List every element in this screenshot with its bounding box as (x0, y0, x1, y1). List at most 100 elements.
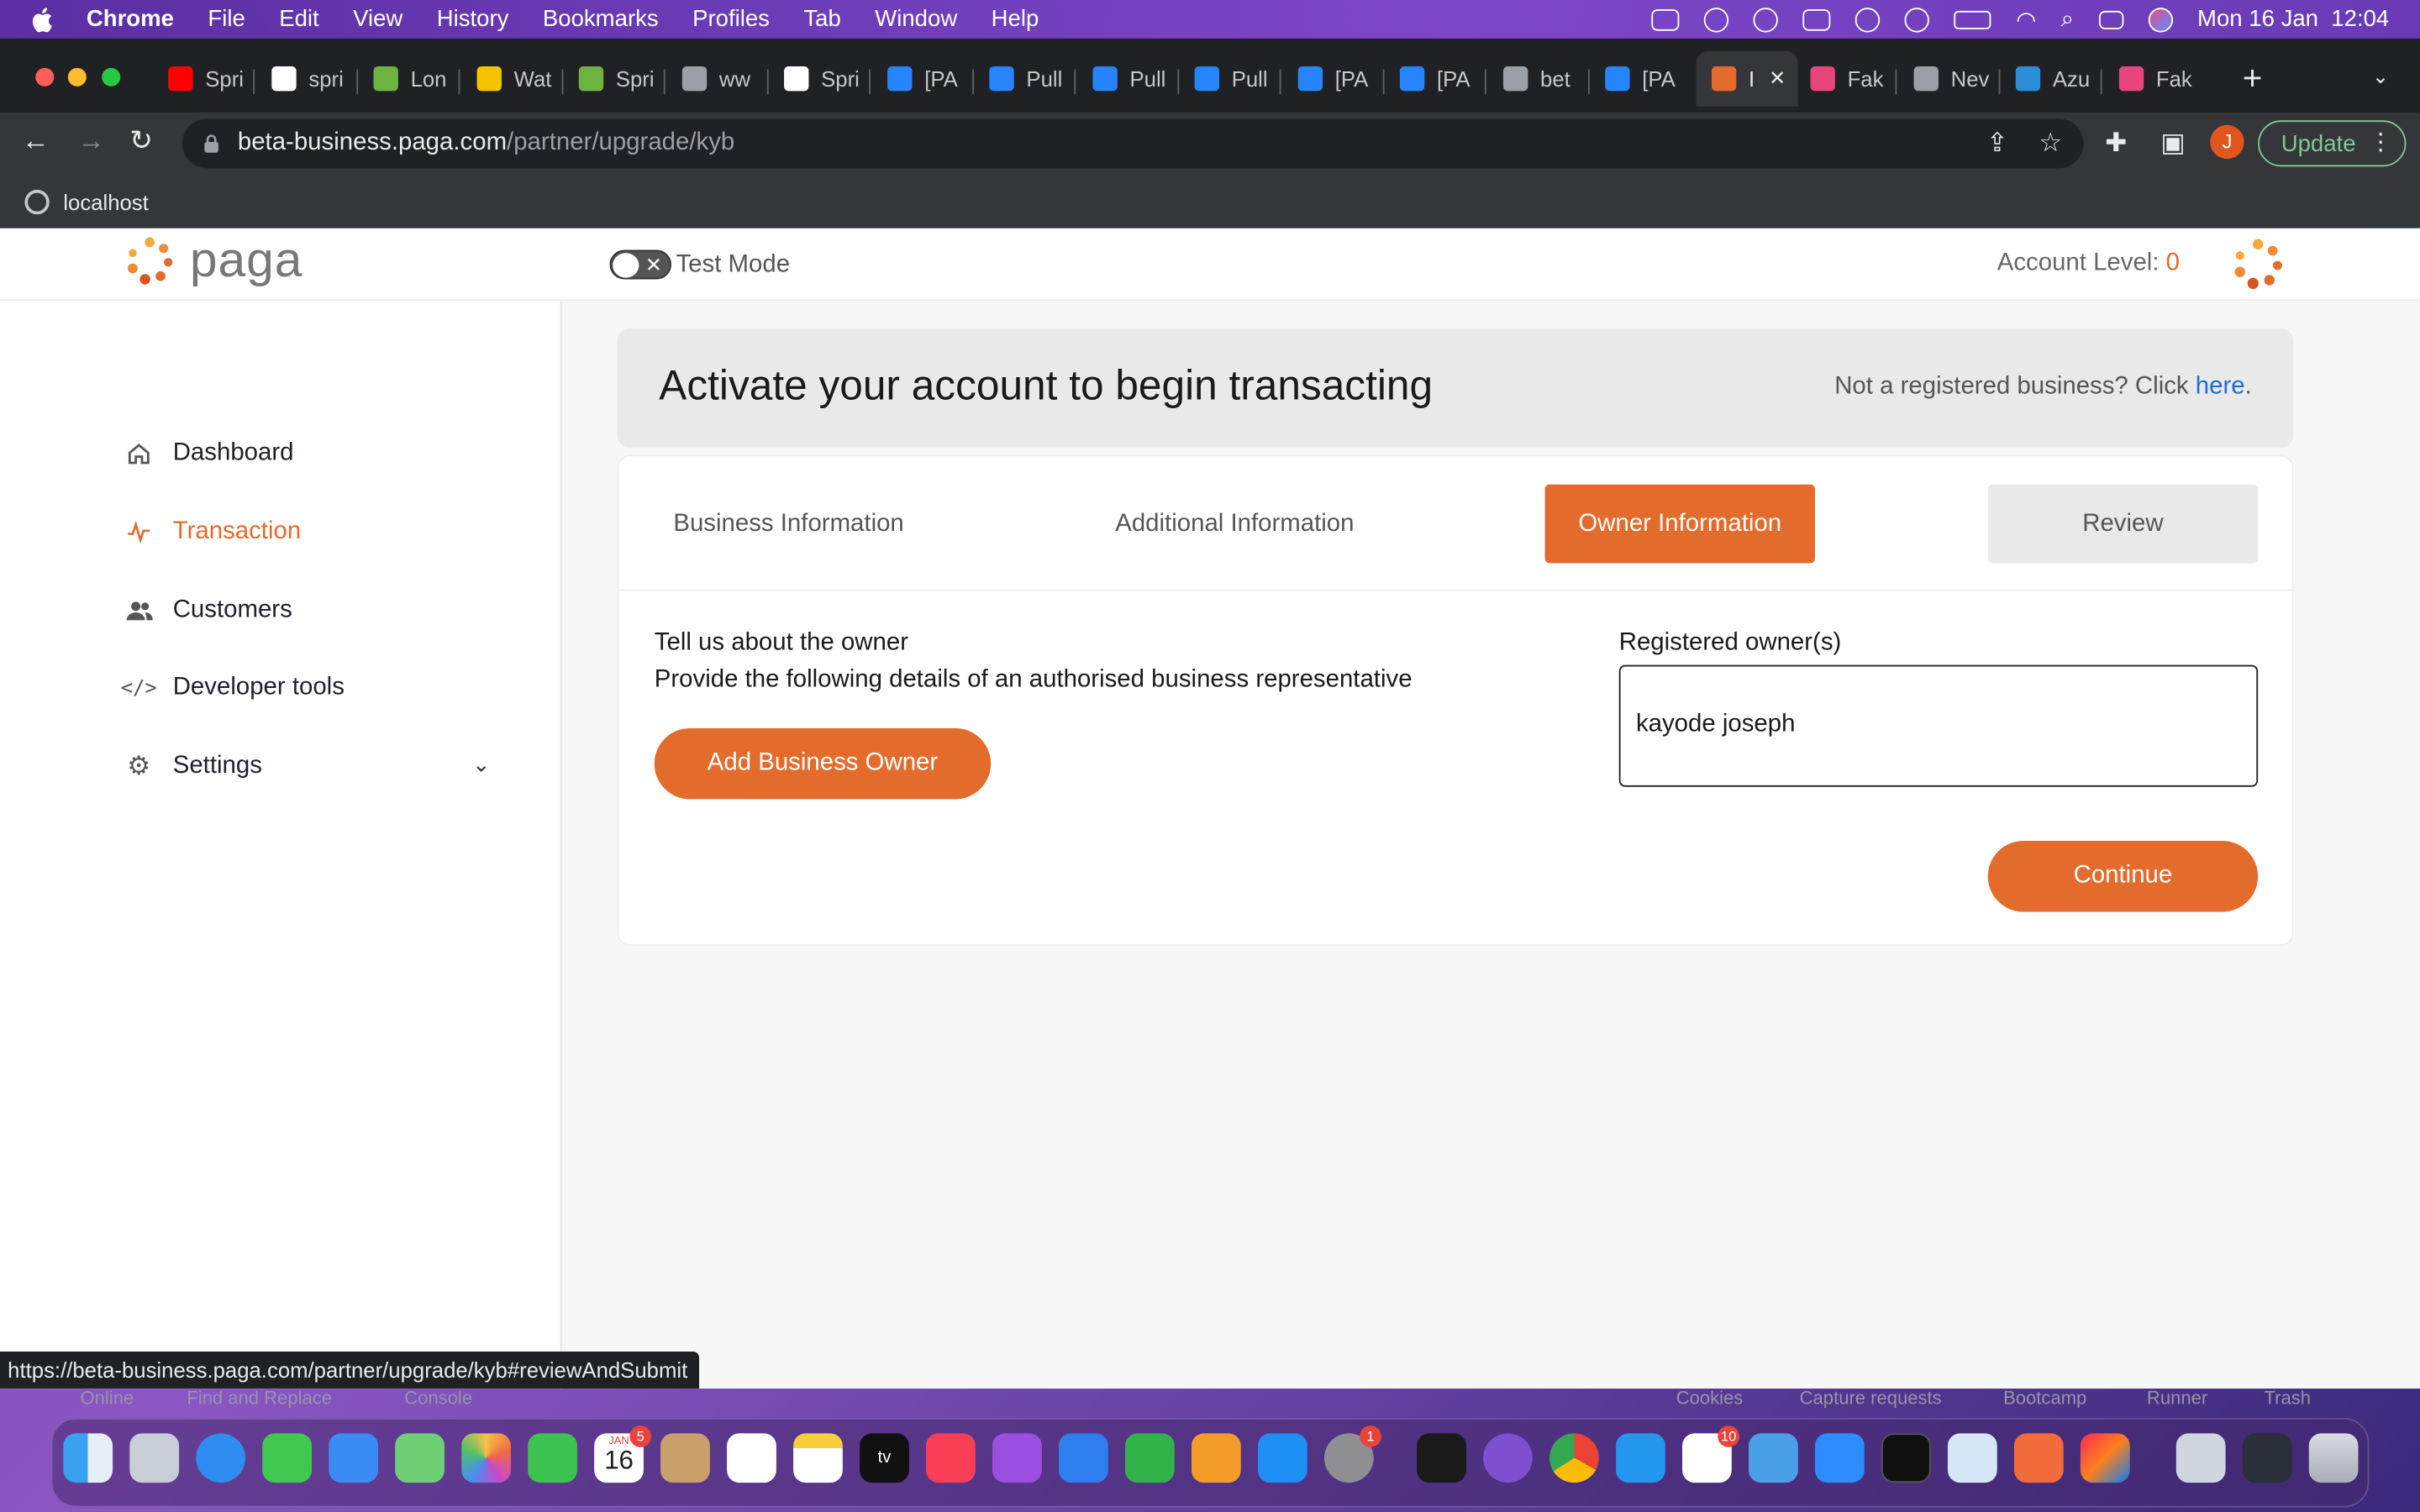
menu-history[interactable]: History (437, 6, 509, 32)
user-menu-icon[interactable] (2230, 236, 2286, 291)
paga-logo-text[interactable]: paga (190, 232, 302, 289)
sidebar-item-settings[interactable]: ⚙ Settings (124, 751, 262, 780)
minimize-window-button[interactable] (67, 67, 87, 87)
tab[interactable]: Fak (1801, 51, 1891, 107)
tab[interactable]: Lon (364, 51, 454, 107)
bookmark-localhost[interactable]: localhost (63, 189, 149, 213)
docker-icon[interactable] (1616, 1433, 1665, 1483)
registered-owners-list[interactable]: kayode joseph (1618, 664, 2259, 787)
preview-icon[interactable] (1947, 1433, 1997, 1483)
menu-edit[interactable]: Edit (279, 6, 318, 32)
recent-window-icon[interactable] (2242, 1433, 2292, 1483)
tab[interactable]: Pull (1083, 51, 1173, 107)
chevron-down-icon[interactable]: ⌄ (472, 751, 491, 777)
lock-icon[interactable] (203, 134, 218, 153)
facetime-icon[interactable] (528, 1433, 577, 1483)
azure-data-studio-icon[interactable] (1749, 1433, 1798, 1483)
paga-logo-icon[interactable] (124, 234, 176, 286)
share-icon[interactable]: ⇪ (1986, 128, 2008, 159)
messages-icon[interactable] (262, 1433, 313, 1483)
step-additional-information[interactable]: Additional Information (1094, 485, 1375, 564)
menu-tab[interactable]: Tab (803, 6, 840, 32)
tab[interactable]: spri (262, 51, 352, 107)
menubar-clock[interactable]: Mon 16 Jan 12:04 (2197, 6, 2389, 32)
update-button[interactable]: Update ⋮ (2258, 120, 2407, 167)
maps-icon[interactable] (395, 1433, 445, 1483)
side-panel-icon[interactable]: ▣ (2160, 128, 2186, 159)
postman-icon[interactable] (2013, 1433, 2064, 1483)
notes-icon[interactable] (793, 1433, 843, 1483)
chrome-icon[interactable] (1549, 1433, 1599, 1483)
reminders-icon[interactable] (727, 1433, 776, 1483)
battery-icon[interactable] (1954, 9, 1991, 29)
tab[interactable]: [PA (878, 51, 968, 107)
system-settings-icon[interactable]: 1 (1323, 1425, 1381, 1483)
terminal-icon[interactable] (1881, 1433, 1931, 1483)
vpn-icon[interactable] (1802, 8, 1831, 30)
app-store-icon[interactable] (1257, 1433, 1307, 1483)
menu-file[interactable]: File (208, 6, 245, 32)
recent-document-icon[interactable] (2175, 1433, 2226, 1483)
test-mode-toggle[interactable]: ✕ (609, 249, 671, 280)
photos-icon[interactable] (461, 1433, 511, 1483)
tab[interactable]: [PA (1391, 51, 1481, 107)
pages-icon[interactable] (1191, 1433, 1241, 1483)
sidebar-item-customers[interactable]: Customers (124, 597, 292, 625)
launchpad-icon[interactable] (129, 1433, 180, 1483)
tab[interactable]: ww (673, 51, 763, 107)
sync-icon[interactable] (1753, 7, 1779, 32)
tab[interactable]: Pull (980, 51, 1070, 107)
reload-icon[interactable]: ↻ (129, 125, 153, 158)
paperclip-icon[interactable] (1855, 7, 1881, 32)
intellij-icon[interactable] (2080, 1433, 2130, 1483)
step-owner-information[interactable]: Owner Information (1544, 484, 1816, 564)
menu-window[interactable]: Window (875, 6, 957, 32)
tab[interactable]: Pull (1186, 51, 1276, 107)
keynote-icon[interactable] (1059, 1433, 1108, 1483)
menu-view[interactable]: View (353, 6, 402, 32)
tab[interactable]: Azu (2007, 51, 2096, 107)
zoom-window-button[interactable] (102, 67, 121, 87)
tab[interactable]: Spri (570, 51, 660, 107)
tab[interactable]: Spri (159, 51, 249, 107)
apple-tv-icon[interactable]: tv (860, 1433, 909, 1483)
siri-icon[interactable] (2148, 7, 2173, 32)
search-icon[interactable]: ⌕ (2061, 6, 2074, 32)
add-business-owner-button[interactable]: Add Business Owner (654, 727, 992, 800)
tab[interactable]: [PA (1596, 51, 1686, 107)
tab-active[interactable]: I ✕ (1696, 50, 1798, 107)
sidebar-item-dashboard[interactable]: Dashboard (124, 439, 293, 467)
weather-icon[interactable] (1704, 7, 1729, 32)
apple-icon[interactable] (31, 7, 53, 32)
play-icon[interactable] (1904, 7, 1930, 32)
safari-icon[interactable] (196, 1433, 246, 1483)
trash-icon[interactable] (2308, 1433, 2359, 1483)
activity-monitor-icon[interactable] (1417, 1433, 1466, 1483)
menu-app-name[interactable]: Chrome (87, 6, 174, 32)
sidebar-item-developer-tools[interactable]: </> Developer tools (121, 675, 345, 702)
tab[interactable]: bet (1494, 51, 1584, 107)
tab[interactable]: Nev (1905, 51, 1995, 107)
bookmark-star-icon[interactable]: ☆ (2039, 128, 2062, 159)
numbers-icon[interactable] (1124, 1433, 1175, 1483)
back-icon[interactable]: ← (22, 125, 50, 158)
menu-bookmarks[interactable]: Bookmarks (543, 6, 659, 32)
registered-owner-item[interactable]: kayode joseph (1636, 711, 1796, 739)
sidebar-item-transaction[interactable]: Transaction (124, 518, 301, 546)
address-bar[interactable]: beta-business.paga.com/partner/upgrade/k… (182, 118, 2084, 169)
close-window-button[interactable] (35, 67, 55, 87)
forward-icon[interactable]: → (77, 125, 105, 158)
camera-icon[interactable] (1651, 8, 1680, 30)
extensions-icon[interactable]: ✚ (2105, 128, 2127, 159)
tab-search-icon[interactable]: ⌄ (2372, 65, 2389, 89)
calendar-icon[interactable]: JAN 16 5 (594, 1425, 652, 1483)
slack-icon[interactable]: 10 (1682, 1425, 1740, 1483)
tab[interactable]: Spri (775, 51, 865, 107)
step-review[interactable]: Review (1987, 484, 2259, 564)
mail-icon[interactable] (329, 1433, 379, 1483)
tab[interactable]: Fak (2110, 51, 2200, 107)
new-tab-button[interactable]: + (2243, 59, 2263, 99)
step-business-information[interactable]: Business Information (648, 485, 929, 564)
music-icon[interactable] (926, 1433, 976, 1483)
podcasts-icon[interactable] (992, 1433, 1042, 1483)
